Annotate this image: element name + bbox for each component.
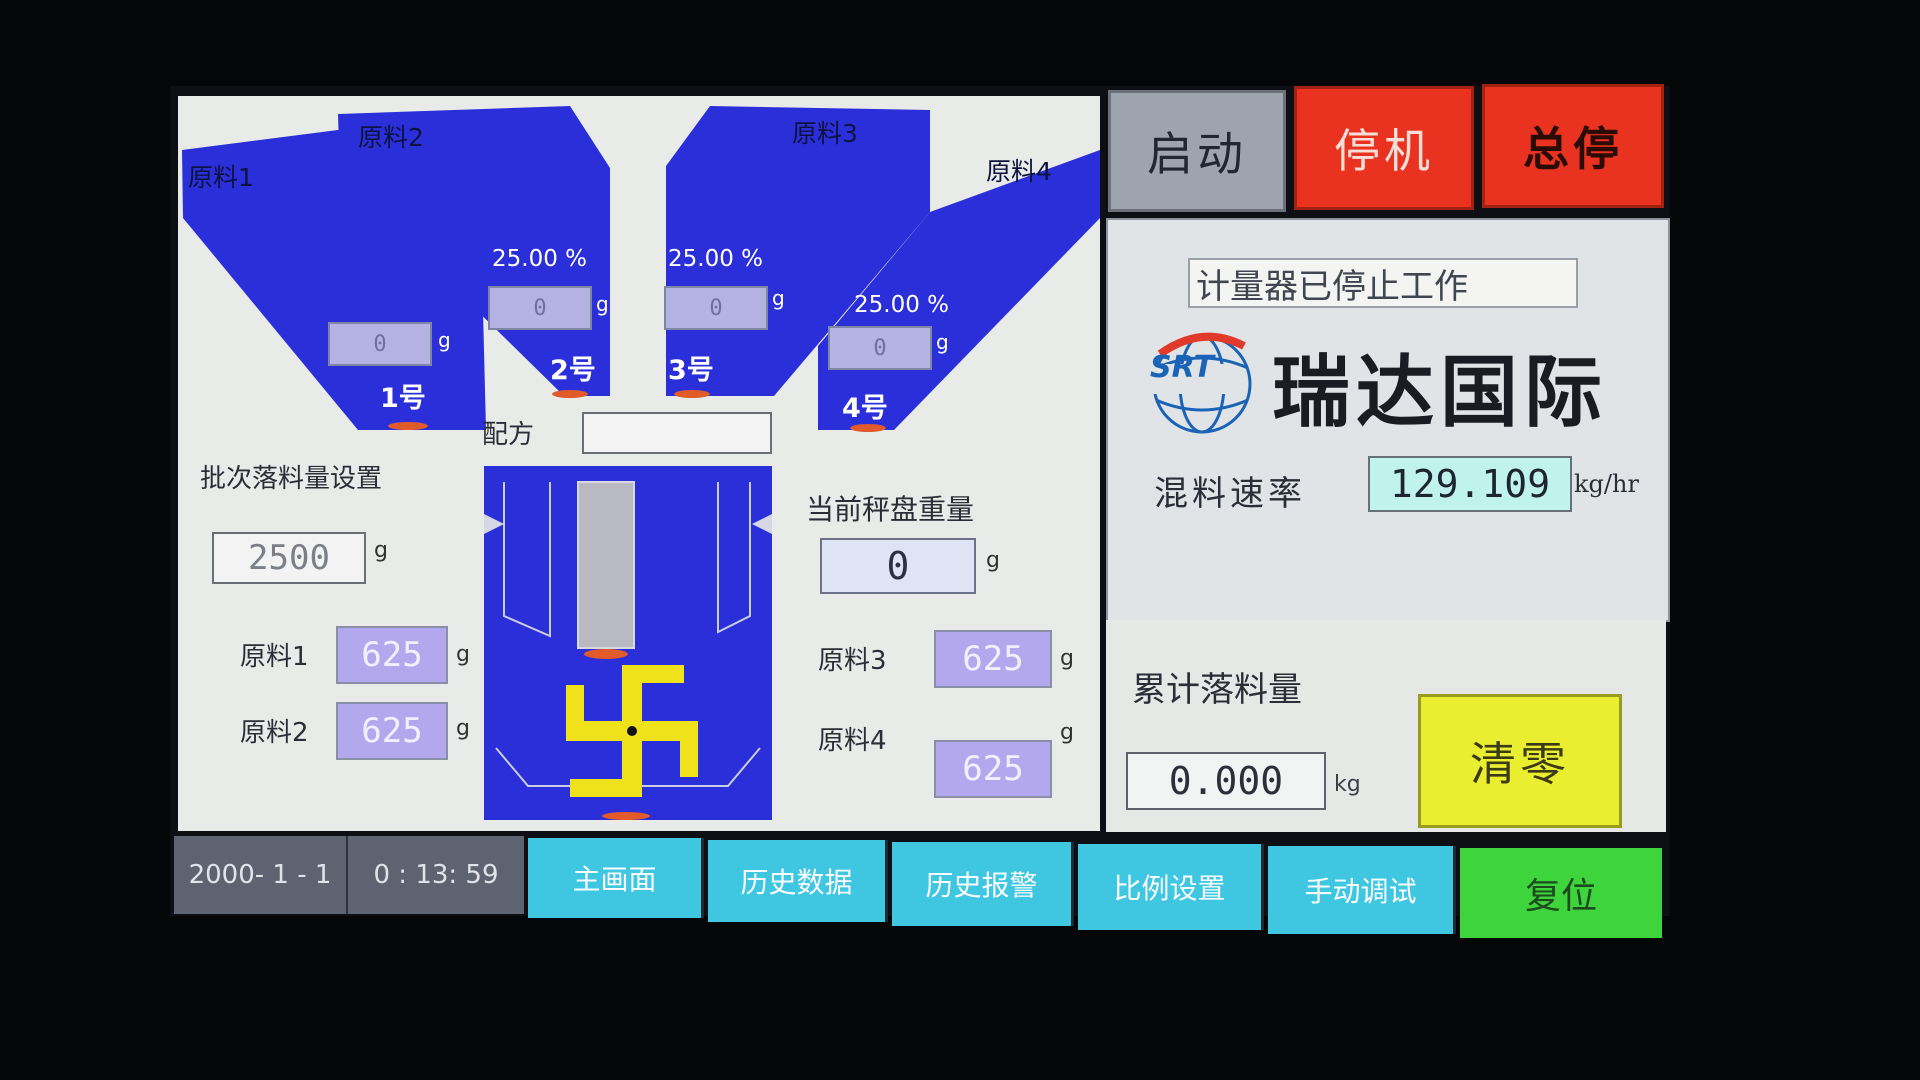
hopper-2-weight: 0 (488, 286, 592, 330)
hopper-2-outlet (552, 390, 588, 398)
batch-setting-input[interactable]: 2500 (212, 532, 366, 584)
hopper-2-label: 原料2 (358, 123, 424, 152)
process-panel: 原料1 原料2 原料3 原料4 25.00 % 25.00 % 25.00 % … (178, 96, 1100, 831)
reset-button[interactable]: 复位 (1460, 848, 1662, 938)
material-3-unit: g (1060, 646, 1074, 671)
hopper-1-label: 原料1 (188, 163, 254, 192)
scale-weight-unit: g (986, 548, 1000, 573)
hopper-2-weight-unit: g (596, 292, 609, 316)
nav-manual-debug[interactable]: 手动调试 (1268, 846, 1456, 934)
material-4-input[interactable]: 625 (934, 740, 1052, 798)
hopper-1-weight: 0 (328, 322, 432, 366)
stop-button[interactable]: 停机 (1294, 86, 1474, 210)
scale-weight-value: 0 (820, 538, 976, 594)
hopper-3-weight: 0 (664, 286, 768, 330)
mixer-outlet (602, 812, 650, 820)
nav-ratio-settings[interactable]: 比例设置 (1078, 844, 1264, 930)
weigh-bin-gate (584, 649, 628, 659)
recipe-label: 配方 (482, 420, 535, 450)
hopper-3-weight-unit: g (772, 286, 785, 310)
material-3-input[interactable]: 625 (934, 630, 1052, 688)
hopper-1-outlet (388, 422, 428, 430)
material-2-input[interactable]: 625 (336, 702, 448, 760)
hopper-2-number: 2号 (550, 355, 596, 386)
hopper-1-weight-unit: g (438, 328, 451, 352)
hopper-4-weight-unit: g (936, 330, 949, 354)
material-4-unit: g (1060, 720, 1074, 745)
status-message: 计量器已停止工作 (1188, 258, 1578, 308)
batch-setting-unit: g (374, 538, 388, 563)
hopper-3-number: 3号 (668, 355, 714, 386)
hopper-1-number: 1号 (380, 383, 426, 414)
hopper-4-label: 原料4 (986, 157, 1052, 186)
hopper-3-percent: 25.00 % (668, 246, 764, 272)
emergency-stop-button[interactable]: 总停 (1482, 84, 1664, 208)
mix-rate-value: 129.109 (1368, 456, 1572, 512)
nav-history-alarm[interactable]: 历史报警 (892, 842, 1074, 926)
hopper-4-outlet (850, 424, 886, 432)
hopper-3-label: 原料3 (792, 119, 858, 148)
material-4-label: 原料4 (818, 726, 887, 756)
nav-main-screen[interactable]: 主画面 (528, 838, 704, 918)
hopper-4-percent: 25.00 % (854, 292, 950, 318)
mix-rate-unit: kg/hr (1574, 470, 1639, 498)
mix-rate-label: 混料速率 (1154, 474, 1306, 514)
material-2-label: 原料2 (240, 718, 309, 748)
batch-setting-label: 批次落料量设置 (200, 464, 383, 494)
material-2-unit: g (456, 716, 470, 741)
material-3-label: 原料3 (818, 646, 887, 676)
weigh-bin (577, 481, 635, 649)
nav-history-data[interactable]: 历史数据 (708, 840, 888, 922)
srt-logo-text: SRT (1150, 350, 1214, 385)
material-1-unit: g (456, 642, 470, 667)
material-1-label: 原料1 (240, 642, 309, 672)
recipe-input[interactable] (582, 412, 772, 454)
clear-button[interactable]: 清零 (1418, 694, 1622, 828)
total-drop-unit: kg (1334, 772, 1361, 797)
brand-name: 瑞达国际 (1272, 348, 1609, 438)
total-drop-value: 0.000 (1126, 752, 1326, 810)
date-display: 2000- 1 - 1 (174, 836, 349, 914)
hopper-3-outlet (674, 390, 710, 398)
hopper-4-weight: 0 (828, 326, 932, 370)
hopper-4-number: 4号 (842, 393, 888, 424)
scale-weight-label: 当前秤盘重量 (806, 493, 975, 526)
time-display: 0 : 13: 59 (348, 836, 524, 914)
hopper-2-percent: 25.00 % (492, 246, 588, 272)
start-button[interactable]: 启动 (1108, 90, 1286, 212)
material-1-input[interactable]: 625 (336, 626, 448, 684)
total-drop-label: 累计落料量 (1132, 670, 1302, 710)
